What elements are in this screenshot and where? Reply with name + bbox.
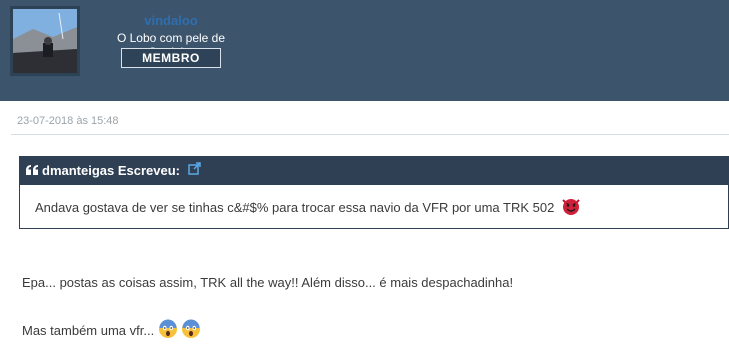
divider xyxy=(11,134,729,135)
post-paragraph: Mas também uma vfr... xyxy=(22,319,201,342)
avatar[interactable] xyxy=(10,6,80,76)
quote-icon xyxy=(26,157,38,185)
quote-block: dmanteigas Escreveu: Andava gostava de v… xyxy=(19,156,729,229)
quote-body: Andava gostava de ver se tinhas c&#$% pa… xyxy=(20,185,728,229)
post-paragraph: Epa... postas as coisas assim, TRK all t… xyxy=(22,275,514,290)
post-author-header: vindaloo O Lobo com pele de Cordeiro MEM… xyxy=(0,0,729,101)
quote-header: dmanteigas Escreveu: xyxy=(20,157,728,185)
external-link-icon[interactable] xyxy=(188,157,201,185)
scream-emoji-icon xyxy=(158,319,178,342)
author-username[interactable]: vindaloo xyxy=(93,13,249,28)
quote-text: Andava gostava de ver se tinhas c&#$% pa… xyxy=(35,199,555,215)
devil-emoji-icon xyxy=(561,196,581,219)
post-paragraph-text: Mas também uma vfr... xyxy=(22,323,155,338)
author-rank-badge: MEMBRO xyxy=(121,48,221,68)
scream-emoji-icon xyxy=(181,319,201,342)
quote-author-label: dmanteigas Escreveu: xyxy=(42,163,181,178)
post-date: 23-07-2018 às 15:48 xyxy=(17,115,119,127)
avatar-photo-icon xyxy=(13,9,77,73)
